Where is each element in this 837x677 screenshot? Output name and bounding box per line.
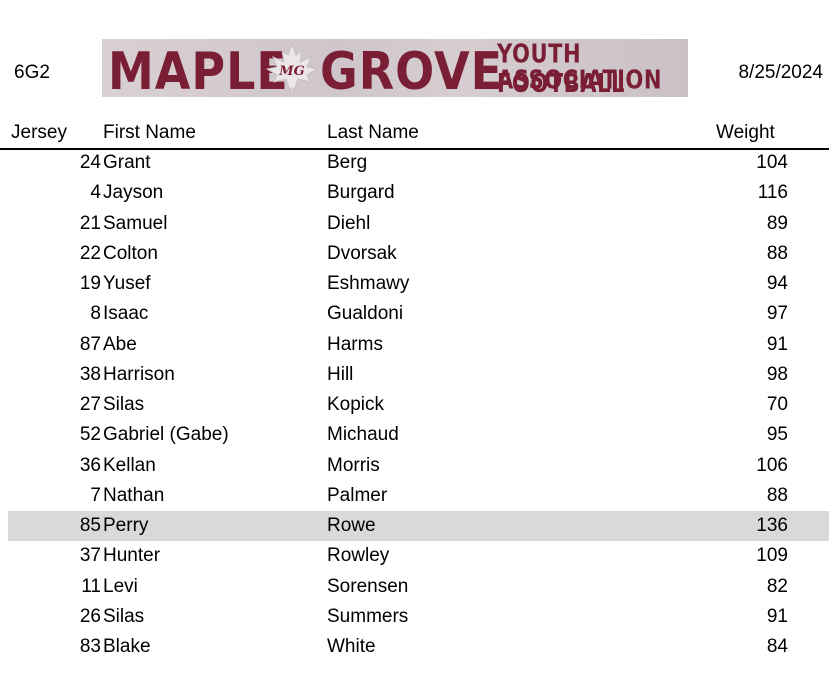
weight-cell: 106: [756, 454, 788, 476]
first-name-cell: Jayson: [103, 182, 164, 204]
first-name-cell: Yusef: [103, 273, 151, 294]
weight-cell: 89: [766, 212, 788, 234]
first-name-cell: Silas: [103, 394, 145, 415]
weight-cell: 97: [766, 303, 788, 325]
roster-table-body: 24 Grant Berg 104 4 Jayson Burgard 116 21 Samuel D…: [8, 148, 829, 662]
weight-cell: 116: [757, 182, 788, 204]
first-name-cell: Isaac: [103, 303, 149, 325]
table-row: 85 Perry Rowe 136: [8, 511, 829, 542]
first-name-cell: Grant: [103, 152, 151, 173]
first-name-cell: Kellan: [103, 454, 156, 476]
table-row: 21 Samuel Diehl 89: [8, 209, 829, 239]
table-row: 37 Hunter Rowley 109: [8, 541, 829, 571]
team-code: 6G2: [14, 62, 50, 83]
jersey-cell: 36: [79, 454, 101, 476]
table-row: 27 Silas Kopick 70: [8, 390, 829, 420]
jersey-cell: 83: [79, 636, 101, 657]
jersey-cell: 27: [79, 394, 101, 415]
emblem-text: MG: [278, 64, 305, 79]
table-row: 38 Harrison Hill 98: [8, 360, 829, 390]
weight-cell: 91: [766, 333, 788, 355]
first-name-cell: Perry: [103, 515, 149, 536]
jersey-cell: 38: [79, 363, 101, 385]
first-name-cell: Levi: [103, 575, 138, 597]
last-name-cell: Summers: [327, 605, 409, 627]
jersey-cell: 87: [79, 333, 101, 355]
last-name-cell: Dvorsak: [327, 242, 397, 264]
last-name-cell: Morris: [327, 454, 380, 476]
last-name-cell: Michaud: [327, 424, 399, 446]
first-name-cell: Colton: [103, 242, 158, 264]
last-name-cell: Harms: [327, 333, 383, 355]
jersey-cell: 24: [79, 152, 101, 173]
weight-cell: 70: [766, 394, 788, 415]
roster-table-header: Jersey First Name Last Name Weight: [0, 120, 829, 150]
first-name-cell: Hunter: [103, 545, 161, 567]
table-row: 22 Colton Dvorsak 88: [8, 239, 829, 269]
first-name-cell: Gabriel (Gabe): [103, 424, 229, 446]
table-row: 26 Silas Summers 91: [8, 602, 829, 632]
last-name-cell: Berg: [327, 152, 368, 173]
banner-word-maple: MAPLE: [108, 41, 289, 97]
weight-cell: 136: [756, 515, 788, 536]
banner-line-association: ASSOCIATION: [497, 66, 663, 96]
weight-cell: 94: [766, 273, 788, 294]
document-date: 8/25/2024: [738, 62, 823, 83]
first-name-cell: Abe: [103, 333, 137, 355]
column-header-weight: Weight: [716, 122, 775, 143]
jersey-cell: 21: [79, 212, 101, 234]
table-row: 19 Yusef Eshmawy 94: [8, 269, 829, 299]
first-name-cell: Samuel: [103, 212, 168, 234]
weight-cell: 84: [766, 636, 788, 657]
weight-cell: 98: [766, 363, 788, 385]
table-row: 83 Blake White 84: [8, 632, 829, 662]
last-name-cell: Sorensen: [327, 575, 409, 597]
jersey-cell: 8: [90, 303, 101, 325]
first-name-cell: Blake: [103, 636, 151, 657]
jersey-cell: 85: [79, 515, 101, 536]
last-name-cell: Kopick: [327, 394, 385, 415]
last-name-cell: Burgard: [327, 182, 395, 204]
jersey-cell: 52: [79, 424, 101, 446]
last-name-cell: Rowe: [327, 515, 376, 536]
first-name-cell: Nathan: [103, 484, 165, 506]
last-name-cell: Rowley: [327, 545, 390, 567]
column-header-last-name: Last Name: [327, 122, 419, 143]
jersey-cell: 22: [79, 242, 101, 264]
column-header-first-name: First Name: [103, 122, 196, 143]
jersey-cell: 11: [81, 575, 101, 597]
jersey-cell: 4: [90, 182, 101, 204]
table-row: 36 Kellan Morris 106: [8, 451, 829, 481]
first-name-cell: Silas: [103, 605, 145, 627]
jersey-cell: 26: [79, 605, 101, 627]
banner-word-grove: GROVE: [320, 41, 504, 97]
weight-cell: 109: [756, 545, 788, 567]
last-name-cell: Gualdoni: [327, 303, 404, 325]
table-row: 87 Abe Harms 91: [8, 330, 829, 360]
last-name-cell: White: [327, 636, 376, 657]
last-name-cell: Diehl: [327, 212, 371, 234]
last-name-cell: Hill: [327, 363, 354, 385]
column-header-jersey: Jersey: [11, 122, 67, 143]
weight-cell: 82: [766, 575, 788, 597]
maple-grove-banner-logo: MAPLE MG GROVE YOUTH FOOTBALL ASSOCIATIO…: [102, 39, 688, 97]
weight-cell: 104: [756, 152, 788, 173]
table-row: 52 Gabriel (Gabe) Michaud 95: [8, 420, 829, 450]
table-row: 4 Jayson Burgard 116: [8, 178, 829, 208]
table-row: 24 Grant Berg 104: [8, 148, 829, 178]
maple-leaf-icon: MG: [265, 42, 319, 94]
weight-cell: 88: [766, 242, 788, 264]
jersey-cell: 19: [79, 273, 101, 294]
last-name-cell: Eshmawy: [327, 273, 410, 294]
table-row: 7 Nathan Palmer 88: [8, 481, 829, 511]
jersey-cell: 7: [90, 484, 101, 506]
weight-cell: 91: [766, 605, 788, 627]
weight-cell: 95: [766, 424, 788, 446]
jersey-cell: 37: [79, 545, 101, 567]
weight-cell: 88: [766, 484, 788, 506]
table-row: 11 Levi Sorensen 82: [8, 572, 829, 602]
table-row: 8 Isaac Gualdoni 97: [8, 299, 829, 329]
last-name-cell: Palmer: [327, 484, 388, 506]
first-name-cell: Harrison: [103, 363, 175, 385]
